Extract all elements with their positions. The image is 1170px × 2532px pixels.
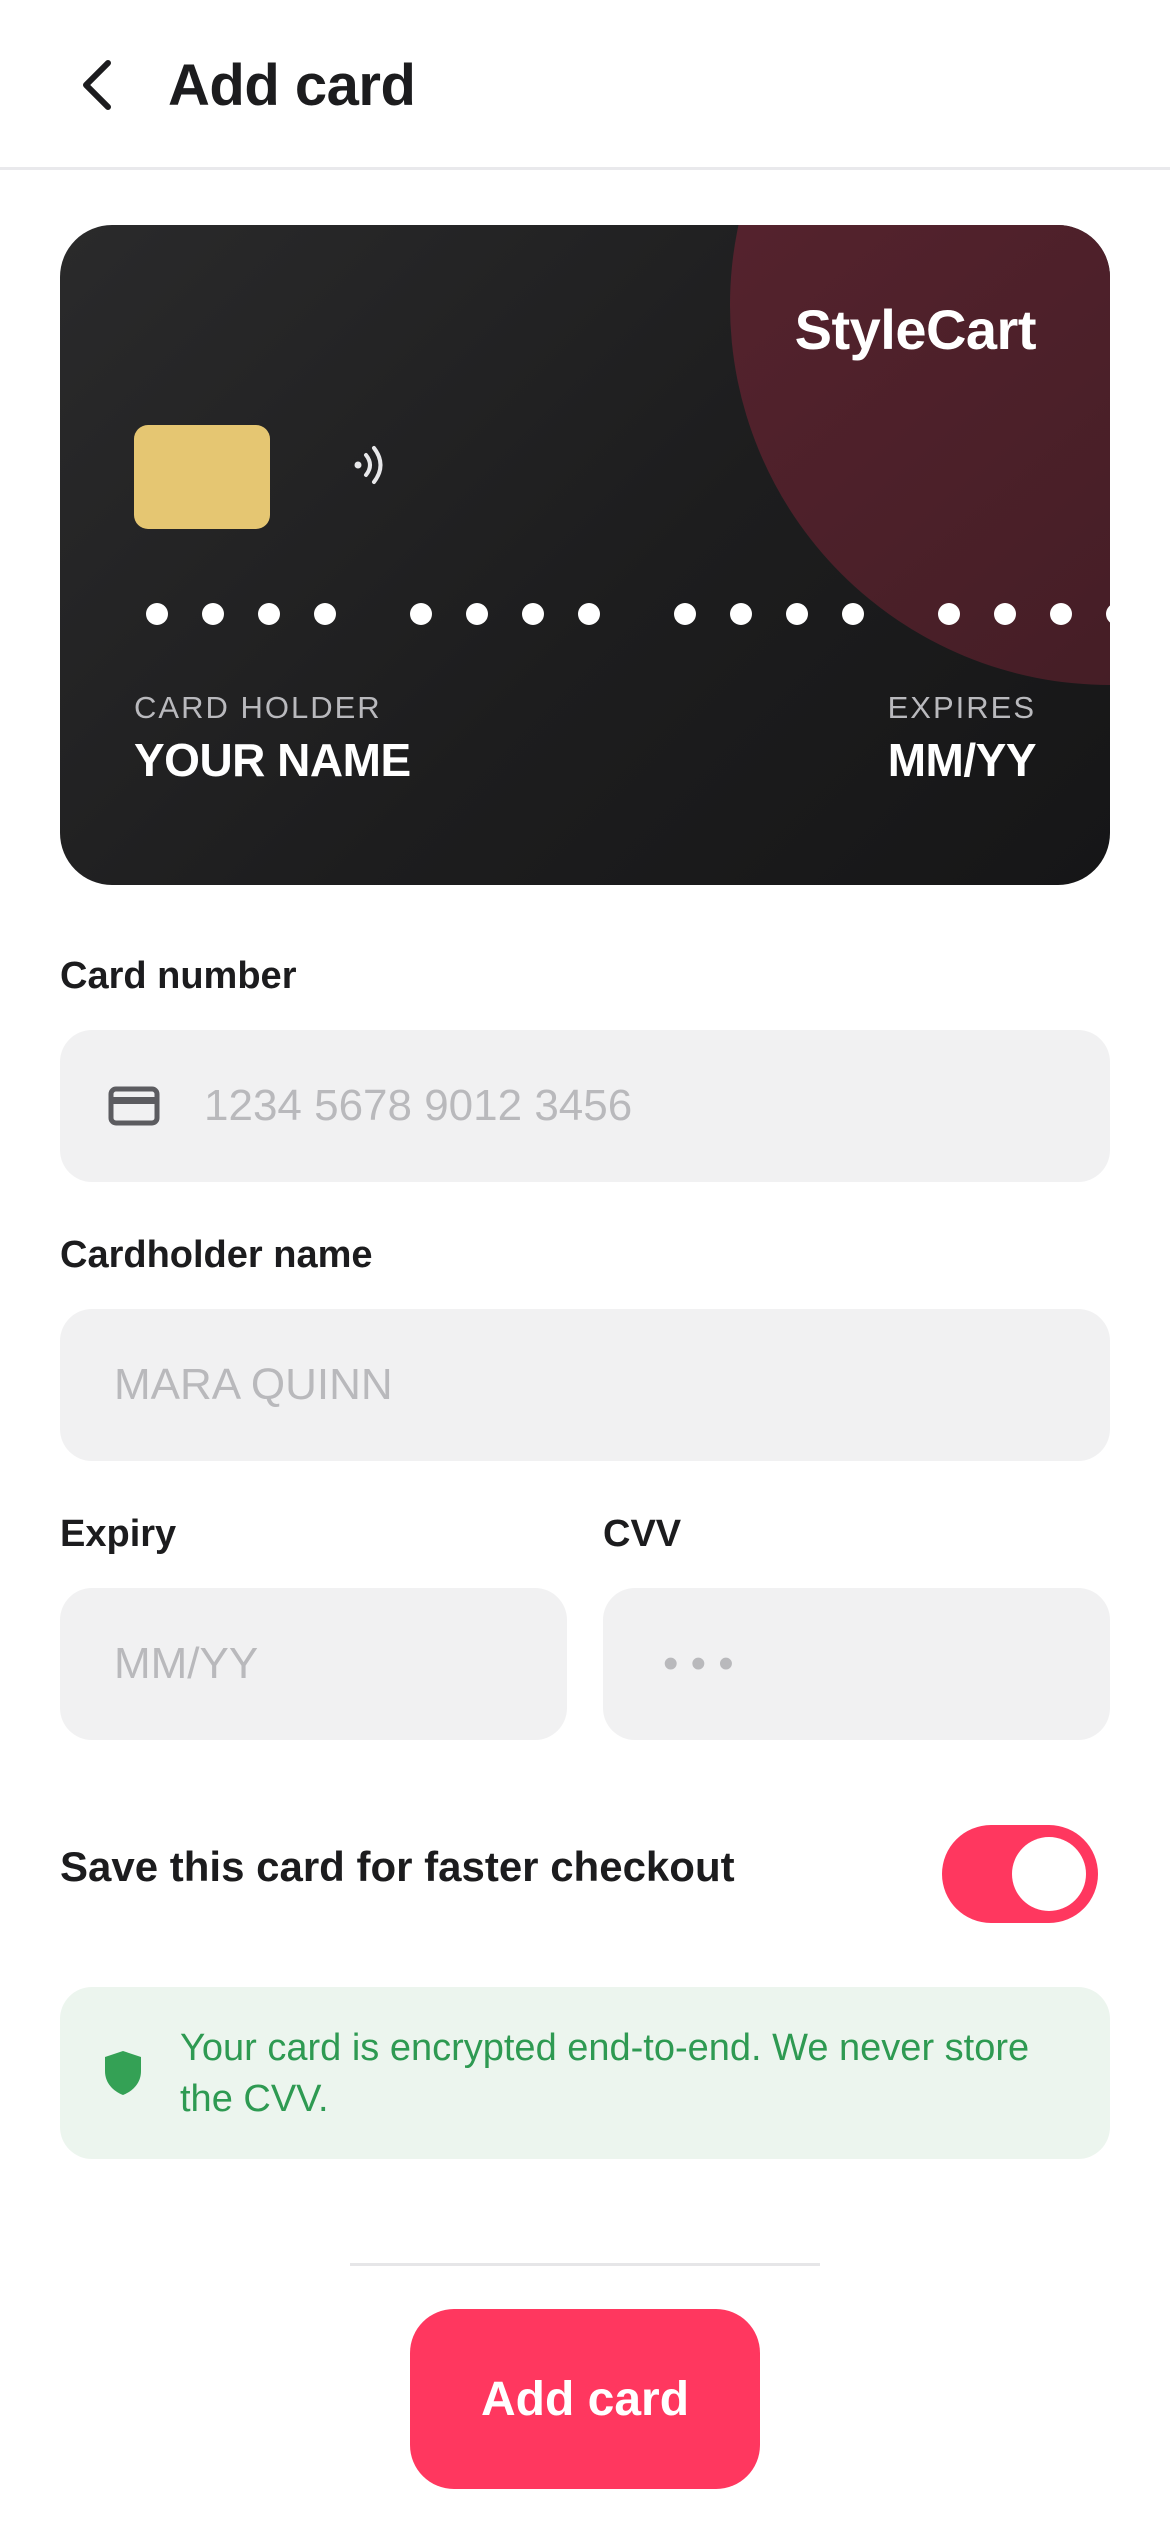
save-card-toggle[interactable] [942, 1825, 1098, 1923]
divider [350, 2263, 820, 2266]
cardholder-name-input[interactable] [114, 1360, 1110, 1410]
chevron-left-icon [83, 60, 111, 110]
cvv-label: CVV [603, 1513, 682, 1555]
security-notice: Your card is encrypted end-to-end. We ne… [60, 1987, 1110, 2159]
expiry-label: Expiry [60, 1513, 177, 1555]
card-number-label: Card number [60, 955, 297, 997]
expiry-field[interactable] [60, 1588, 567, 1740]
cardholder-name-field[interactable] [60, 1309, 1110, 1461]
card-number-input[interactable] [204, 1081, 1110, 1131]
card-holder-label: CARD HOLDER [134, 690, 382, 725]
page-title: Add card [168, 53, 416, 118]
card-number-field[interactable] [60, 1030, 1110, 1182]
cvv-field[interactable] [603, 1588, 1110, 1740]
shield-icon [105, 2051, 141, 2095]
save-card-label: Save this card for faster checkout [60, 1843, 735, 1890]
back-button[interactable] [60, 40, 132, 130]
card-chip [134, 425, 270, 529]
top-bar: Add card [0, 0, 1170, 170]
cardholder-name-label: Cardholder name [60, 1234, 373, 1276]
card-expires-value: MM/YY [887, 734, 1037, 786]
card-expires-label: EXPIRES [887, 690, 1036, 725]
card-preview: StyleCart CARD HOLDER YOUR NAME EXPIRES … [60, 225, 1110, 885]
card-number-mask [146, 603, 1110, 625]
credit-card-icon [108, 1086, 160, 1126]
toggle-knob [1012, 1837, 1086, 1911]
card-brand: StyleCart [794, 298, 1037, 361]
cvv-input[interactable] [663, 1639, 1110, 1689]
contactless-icon [354, 446, 383, 484]
add-card-button[interactable]: Add card [410, 2309, 760, 2489]
expiry-input[interactable] [114, 1639, 567, 1689]
security-notice-text: Your card is encrypted end-to-end. We ne… [180, 2027, 1030, 2120]
card-holder-value: YOUR NAME [134, 734, 411, 786]
